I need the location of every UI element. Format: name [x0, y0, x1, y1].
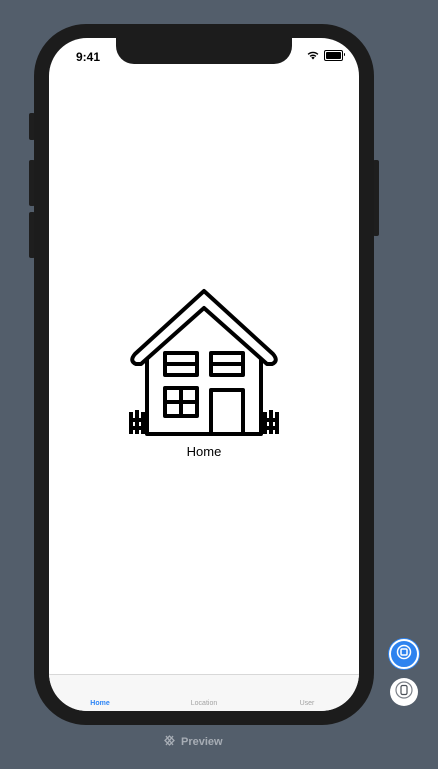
preview-icon	[163, 734, 176, 750]
device-icon	[395, 680, 413, 704]
notch	[116, 38, 292, 64]
battery-icon	[324, 50, 345, 61]
live-preview-icon	[396, 644, 412, 665]
home-label: Home	[186, 444, 222, 459]
house-icon	[129, 288, 279, 443]
live-preview-button[interactable]	[389, 639, 419, 669]
tab-home[interactable]: Home	[70, 700, 130, 707]
wifi-icon	[307, 51, 319, 60]
phone-screen: 9:41 Home Home Location User	[49, 38, 359, 711]
preview-on-device-button[interactable]	[390, 678, 418, 706]
tab-user[interactable]: User	[277, 700, 337, 707]
preview-text: Preview	[181, 736, 223, 748]
status-time: 9:41	[76, 50, 101, 64]
xcode-canvas: 9:41 Home Home Location User Preview	[0, 0, 438, 769]
preview-label: Preview	[163, 734, 223, 750]
status-icons	[307, 50, 345, 61]
tab-location[interactable]: Location	[174, 700, 234, 707]
tab-bar: Home Location User	[49, 674, 359, 711]
